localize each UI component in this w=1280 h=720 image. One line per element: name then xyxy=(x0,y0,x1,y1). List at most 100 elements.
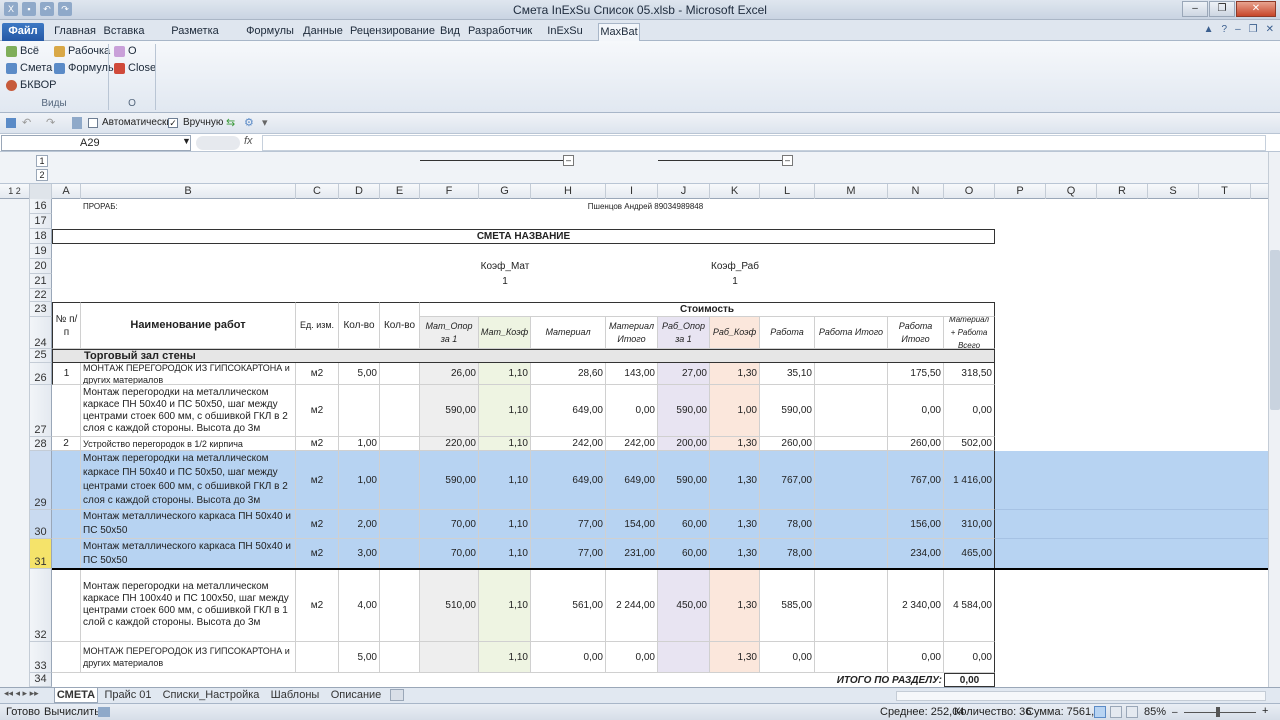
cell-b[interactable]: МОНТАЖ ПЕРЕГОРОДОК ИЗ ГИПСОКАРТОНА и дру… xyxy=(81,642,296,673)
row-header[interactable]: 24 xyxy=(30,317,52,349)
cell-n[interactable]: 0,00 xyxy=(888,385,944,437)
redo-icon[interactable]: ↷ xyxy=(46,116,55,129)
restore-button[interactable]: ❐ xyxy=(1209,1,1235,17)
checkbox[interactable] xyxy=(88,118,98,129)
column-header[interactable]: P xyxy=(995,184,1046,199)
cell-b[interactable]: Монтаж металлического каркаса ПН 50х40 и… xyxy=(81,510,296,539)
cell-a[interactable] xyxy=(52,385,81,437)
col-header-grand-total[interactable]: Материал + Работа Всего xyxy=(944,317,995,349)
cell-d[interactable]: 1,00 xyxy=(339,451,380,510)
collapse-group-button[interactable]: – xyxy=(782,155,793,166)
section-total-value[interactable]: 0,00 xyxy=(944,673,995,687)
cell-m[interactable] xyxy=(815,451,888,510)
close-window-button[interactable]: ✕ xyxy=(1236,1,1276,17)
cell-f[interactable]: 590,00 xyxy=(420,451,479,510)
workbook-restore-icon[interactable]: ❐ xyxy=(1249,24,1258,35)
cell-l[interactable]: 0,00 xyxy=(760,642,815,673)
row-header[interactable]: 28 xyxy=(30,437,52,451)
tab-maxbat[interactable]: MaxBat xyxy=(598,23,640,41)
row-header[interactable]: 31 xyxy=(30,539,52,569)
name-box-dropdown-icon[interactable]: ▼ xyxy=(182,136,191,146)
col-header-work-total[interactable]: Работа Итого xyxy=(815,317,888,349)
tab-home[interactable]: Главная xyxy=(50,23,100,41)
cell-k[interactable]: 1,30 xyxy=(710,451,760,510)
status-calculate[interactable]: Вычислить xyxy=(44,706,100,718)
cell-c[interactable]: м2 xyxy=(296,539,339,569)
help-icon[interactable]: ? xyxy=(1222,24,1228,35)
cell-a[interactable] xyxy=(52,510,81,539)
save-icon[interactable] xyxy=(6,118,16,128)
selection-extension[interactable] xyxy=(995,510,1268,539)
column-header[interactable]: B xyxy=(81,184,296,199)
cell-l[interactable]: 260,00 xyxy=(760,437,815,451)
cell-h[interactable]: 77,00 xyxy=(531,510,606,539)
cell-b[interactable]: Монтаж перегородки на металлическом карк… xyxy=(81,385,296,437)
col-header-no[interactable]: № п/п xyxy=(52,302,81,349)
cell-i[interactable]: 0,00 xyxy=(606,642,658,673)
cell-a[interactable] xyxy=(52,539,81,569)
cell-g[interactable]: 1,10 xyxy=(479,451,531,510)
cell-a[interactable] xyxy=(52,569,81,642)
formula-input[interactable] xyxy=(262,135,1266,151)
row-header[interactable]: 21 xyxy=(30,274,52,289)
cell-h[interactable]: 649,00 xyxy=(531,385,606,437)
column-header[interactable]: S xyxy=(1148,184,1199,199)
koef-mat-label[interactable]: Коэф_Мат xyxy=(479,259,531,274)
tab-data[interactable]: Данные xyxy=(300,23,346,41)
row-header[interactable]: 33 xyxy=(30,642,52,673)
cell-f[interactable]: 26,00 xyxy=(420,363,479,385)
cell-e[interactable] xyxy=(380,510,420,539)
cell-k[interactable]: 1,30 xyxy=(710,363,760,385)
tab-review[interactable]: Рецензирование xyxy=(350,23,435,41)
selection-extension[interactable] xyxy=(995,451,1268,510)
view-estimate-button[interactable]: Смета xyxy=(6,61,52,76)
name-box[interactable]: A29 xyxy=(1,135,191,151)
cell-o[interactable]: 310,00 xyxy=(944,510,995,539)
cell-f[interactable]: 70,00 xyxy=(420,510,479,539)
cell-k[interactable]: 1,30 xyxy=(710,569,760,642)
column-header[interactable]: R xyxy=(1097,184,1148,199)
cell-f[interactable] xyxy=(420,642,479,673)
cell-f[interactable]: 510,00 xyxy=(420,569,479,642)
page-layout-view-icon[interactable] xyxy=(1110,706,1122,718)
cell-m[interactable] xyxy=(815,510,888,539)
cell-c[interactable]: м2 xyxy=(296,451,339,510)
checkbox[interactable]: ✓ xyxy=(168,118,178,129)
cell-h[interactable]: 0,00 xyxy=(531,642,606,673)
cell-c[interactable]: м2 xyxy=(296,385,339,437)
cell-o[interactable]: 502,00 xyxy=(944,437,995,451)
cell-o[interactable]: 0,00 xyxy=(944,642,995,673)
scroll-thumb[interactable] xyxy=(1270,250,1280,410)
row-header[interactable]: 20 xyxy=(30,259,52,274)
tab-file[interactable]: Файл xyxy=(2,23,44,41)
o-button[interactable]: О xyxy=(114,44,137,59)
column-header[interactable]: A xyxy=(52,184,81,199)
cell-o[interactable]: 318,50 xyxy=(944,363,995,385)
cell-b[interactable]: Устройство перегородок в 1/2 кирпича xyxy=(81,437,296,451)
row-header[interactable]: 23 xyxy=(30,302,52,317)
sheet-tab-description[interactable]: Описание xyxy=(328,688,384,703)
tools-icon[interactable]: ⚙ xyxy=(244,116,254,129)
cell-i[interactable]: 649,00 xyxy=(606,451,658,510)
cell-h[interactable]: 28,60 xyxy=(531,363,606,385)
view-all-button[interactable]: Всё xyxy=(6,44,39,59)
sheet-tab-templates[interactable]: Шаблоны xyxy=(266,688,324,703)
column-header[interactable]: F xyxy=(420,184,479,199)
col-header-work[interactable]: Работа xyxy=(760,317,815,349)
cell-c[interactable]: м2 xyxy=(296,363,339,385)
vertical-scrollbar[interactable] xyxy=(1268,152,1280,687)
cell-j[interactable]: 200,00 xyxy=(658,437,710,451)
cell-m[interactable] xyxy=(815,363,888,385)
cell-j[interactable]: 27,00 xyxy=(658,363,710,385)
koef-rab-label[interactable]: Коэф_Раб xyxy=(710,259,760,274)
tab-view[interactable]: Вид xyxy=(436,23,464,41)
row-header[interactable]: 25 xyxy=(30,349,52,363)
cell-e[interactable] xyxy=(380,363,420,385)
cell-k[interactable]: 1,30 xyxy=(710,642,760,673)
close-button[interactable]: Close xyxy=(114,61,156,76)
cell-d[interactable]: 4,00 xyxy=(339,569,380,642)
cell-j[interactable] xyxy=(658,642,710,673)
column-header[interactable]: T xyxy=(1199,184,1251,199)
col-header-rab-koef[interactable]: Раб_Коэф xyxy=(710,317,760,349)
cell-g[interactable]: 1,10 xyxy=(479,363,531,385)
